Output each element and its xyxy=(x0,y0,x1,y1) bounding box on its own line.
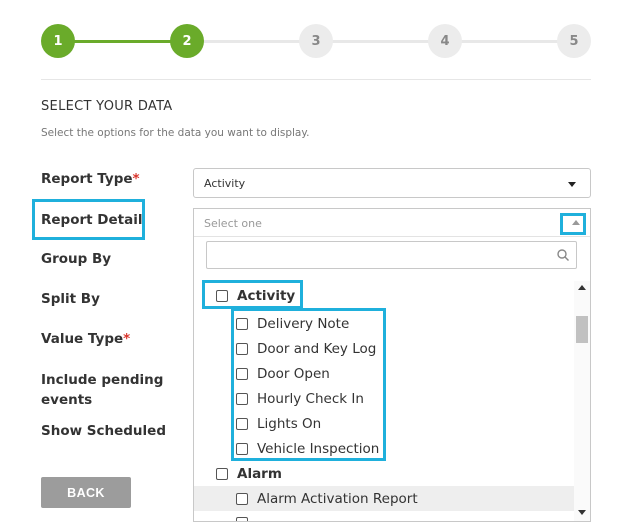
step-3[interactable]: 3 xyxy=(299,24,333,58)
scrollbar-thumb[interactable] xyxy=(576,316,588,343)
checkbox[interactable] xyxy=(236,492,248,505)
chevron-down-icon xyxy=(568,182,576,187)
report-type-select[interactable]: Activity xyxy=(193,168,591,198)
back-button[interactable]: BACK xyxy=(41,477,131,508)
step-connector-done xyxy=(58,40,187,43)
dropdown-caret-highlight xyxy=(560,213,586,235)
include-pending-label-line-1: Include pending xyxy=(41,372,164,388)
scroll-down-arrow-icon[interactable] xyxy=(578,510,586,515)
step-4[interactable]: 4 xyxy=(428,24,462,58)
checkbox[interactable] xyxy=(236,517,248,521)
group-label: Alarm xyxy=(237,465,282,482)
section-subtitle: Select the options for the data you want… xyxy=(41,127,310,139)
split-by-label: Split By xyxy=(41,291,100,307)
activity-group-highlight xyxy=(202,280,303,309)
report-type-label-text: Report Type xyxy=(41,171,133,187)
step-connector-todo xyxy=(187,40,574,43)
activity-items-highlight xyxy=(231,308,386,461)
option-alarm-activation-report[interactable]: Alarm Activation Report xyxy=(236,486,418,511)
report-type-value: Activity xyxy=(204,177,246,190)
option-partially-hidden[interactable] xyxy=(236,511,257,521)
step-5[interactable]: 5 xyxy=(557,24,591,58)
report-detail-label: Report Detail xyxy=(41,212,143,228)
section-title: SELECT YOUR DATA xyxy=(41,99,173,114)
search-icon xyxy=(557,249,569,261)
value-type-label-text: Value Type xyxy=(41,331,124,347)
option-label: Alarm Activation Report xyxy=(257,490,418,507)
checkbox[interactable] xyxy=(216,467,228,480)
scroll-up-arrow-icon[interactable] xyxy=(578,285,586,290)
step-2[interactable]: 2 xyxy=(170,24,204,58)
show-scheduled-label: Show Scheduled xyxy=(41,423,166,439)
progress-stepper: 1 2 3 4 5 xyxy=(41,24,591,58)
report-detail-placeholder: Select one xyxy=(204,217,262,230)
report-detail-select[interactable]: Select one xyxy=(194,209,590,237)
dropdown-scrollbar[interactable] xyxy=(574,281,590,521)
header-divider xyxy=(41,79,591,80)
required-mark: * xyxy=(123,331,131,347)
value-type-label: Value Type* xyxy=(41,329,130,349)
report-type-label: Report Type* xyxy=(41,169,140,189)
include-pending-label-line-2: events xyxy=(41,392,93,408)
dropdown-search-input[interactable] xyxy=(206,241,577,269)
group-option-alarm[interactable]: Alarm xyxy=(216,461,282,486)
required-mark: * xyxy=(132,171,140,187)
group-by-label: Group By xyxy=(41,251,112,267)
step-1[interactable]: 1 xyxy=(41,24,75,58)
